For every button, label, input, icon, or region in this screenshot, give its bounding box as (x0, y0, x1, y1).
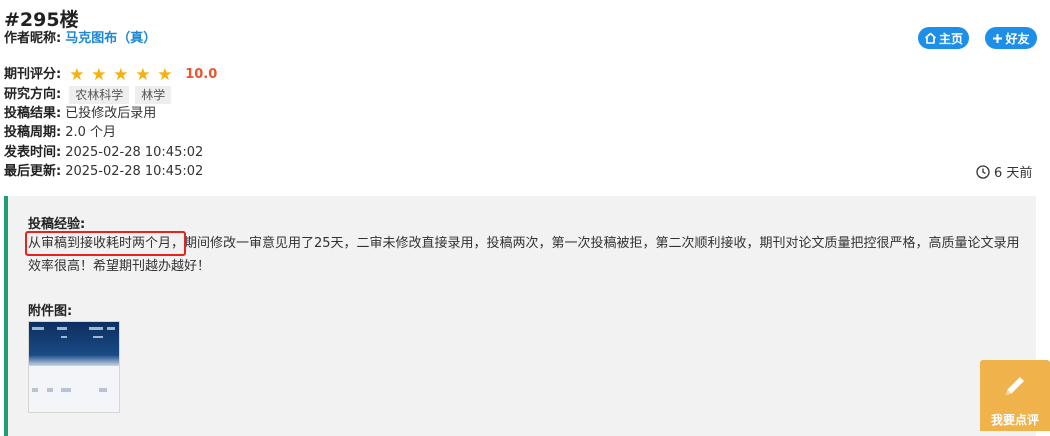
write-review-button[interactable]: 我要点评 (980, 360, 1050, 431)
star-icon: ★ (157, 65, 173, 85)
attachment-image (29, 322, 119, 412)
author-label: 作者昵称: (4, 31, 62, 46)
highlight-box (25, 231, 187, 256)
attachment-thumbnail[interactable] (28, 321, 120, 413)
experience-panel: 投稿经验: 从审稿到接收耗时两个月， 期间修改一审意见用了25天，二审未修改直接录… (4, 196, 1036, 436)
time-ago: 6 天前 (976, 162, 1032, 181)
clock-icon (976, 164, 990, 179)
result-label: 投稿结果: (4, 106, 62, 121)
rating-stars: ★ ★ ★ ★ ★ (69, 66, 179, 84)
attachment-title: 附件图: (28, 304, 73, 319)
author-name-link[interactable]: 马克图布（真） (65, 30, 156, 48)
rating-label: 期刊评分: (4, 67, 62, 82)
cycle-label: 投稿周期: (4, 125, 62, 140)
rating-row: 期刊评分: ★ ★ ★ ★ ★ 10.0 (4, 66, 217, 84)
friend-button-label: 好友 (1005, 31, 1030, 46)
star-icon: ★ (91, 65, 107, 85)
pencil-icon (1006, 377, 1024, 395)
star-icon: ★ (113, 65, 129, 85)
direction-row: 研究方向: 农林科学 林学 (4, 86, 172, 104)
author-row: 作者昵称: 马克图布（真） (4, 30, 156, 48)
cycle-value: 2.0 个月 (65, 125, 117, 140)
plus-icon (993, 33, 1003, 43)
star-icon: ★ (135, 65, 151, 85)
update-row: 最后更新: 2025-02-28 10:45:02 (4, 163, 203, 181)
rating-value: 10.0 (185, 67, 218, 82)
review-button-label: 我要点评 (990, 413, 1039, 427)
floor-number: #295楼 (4, 9, 79, 31)
result-row: 投稿结果: 已投修改后录用 (4, 105, 156, 123)
direction-tag[interactable]: 林学 (135, 86, 172, 104)
star-icon: ★ (69, 65, 85, 85)
home-button-label: 主页 (938, 31, 963, 46)
direction-tag[interactable]: 农林科学 (69, 86, 130, 104)
publish-value: 2025-02-28 10:45:02 (65, 145, 204, 160)
time-ago-text: 6 天前 (994, 166, 1033, 181)
experience-title: 投稿经验: (28, 217, 86, 232)
publish-label: 发表时间: (4, 145, 62, 160)
cycle-row: 投稿周期: 2.0 个月 (4, 124, 116, 142)
home-button[interactable]: 主页 (918, 27, 969, 49)
highlighted-phrase: 从审稿到接收耗时两个月， (25, 231, 187, 256)
update-value: 2025-02-28 10:45:02 (65, 164, 204, 179)
publish-row: 发表时间: 2025-02-28 10:45:02 (4, 144, 203, 162)
add-friend-button[interactable]: 好友 (985, 27, 1037, 49)
home-icon (924, 32, 937, 44)
direction-label: 研究方向: (4, 87, 62, 102)
experience-text: 从审稿到接收耗时两个月， 期间修改一审意见用了25天，二审未修改直接录用，投稿两次… (25, 231, 1030, 278)
update-label: 最后更新: (4, 164, 62, 179)
result-value: 已投修改后录用 (65, 106, 157, 121)
